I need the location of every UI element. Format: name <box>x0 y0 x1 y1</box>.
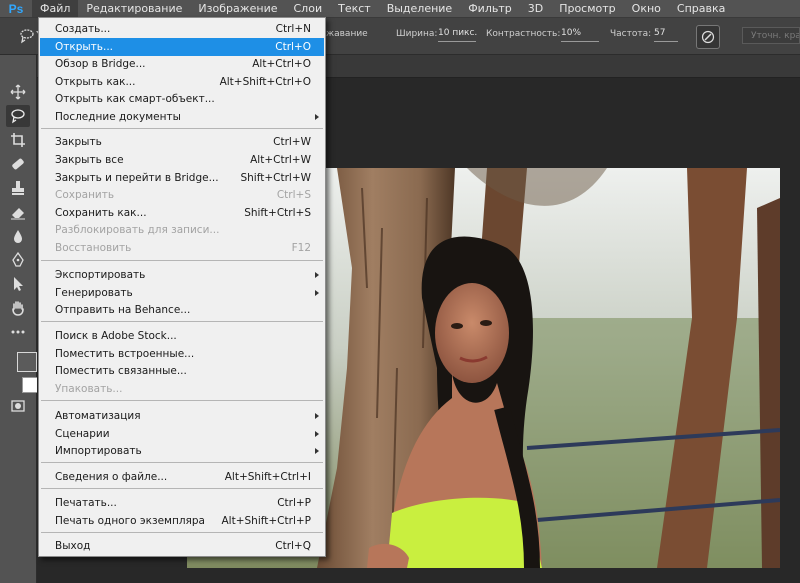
submenu-arrow-icon <box>315 431 319 437</box>
menu-item-package[interactable]: Упаковать... <box>40 380 324 398</box>
menu-item-open-smart-object[interactable]: Открыть как смарт-объект... <box>40 90 324 108</box>
menu-separator <box>41 462 323 463</box>
menu-filter[interactable]: Фильтр <box>460 0 520 17</box>
lasso-icon[interactable] <box>6 105 30 127</box>
menu-item-exit[interactable]: Выход Ctrl+Q <box>40 537 324 555</box>
menu-item-file-info[interactable]: Сведения о файле... Alt+Shift+Ctrl+I <box>40 468 324 486</box>
menu-item-share-behance[interactable]: Отправить на Behance... <box>40 301 324 319</box>
menu-separator <box>41 532 323 533</box>
refine-edge-button[interactable]: Уточн. край... <box>742 27 800 44</box>
tablet-pressure-icon[interactable] <box>696 25 720 49</box>
menu-item-generate[interactable]: Генерировать <box>40 284 324 302</box>
eraser-icon[interactable] <box>6 201 30 223</box>
menu-separator <box>41 260 323 261</box>
menu-item-save-as[interactable]: Сохранить как... Shift+Ctrl+S <box>40 204 324 222</box>
menu-help[interactable]: Справка <box>669 0 733 17</box>
menu-select[interactable]: Выделение <box>379 0 461 17</box>
anti-alias-label[interactable]: жавание <box>326 29 368 39</box>
menu-item-open[interactable]: Открыть... Ctrl+O <box>40 38 324 56</box>
menu-separator <box>41 321 323 322</box>
menu-layers[interactable]: Слои <box>286 0 331 17</box>
stamp-icon[interactable] <box>6 177 30 199</box>
submenu-arrow-icon <box>315 290 319 296</box>
menu-item-save[interactable]: Сохранить Ctrl+S <box>40 186 324 204</box>
blur-icon[interactable] <box>6 225 30 247</box>
background-color-swatch[interactable] <box>22 377 38 393</box>
submenu-arrow-icon <box>315 413 319 419</box>
menu-item-automate[interactable]: Автоматизация <box>40 407 324 425</box>
frequency-label: Частота: <box>610 29 652 39</box>
hand-icon[interactable] <box>6 297 30 319</box>
menu-item-import[interactable]: Импортировать <box>40 442 324 460</box>
menu-item-search-adobe-stock[interactable]: Поиск в Adobe Stock... <box>40 327 324 345</box>
menu-separator <box>41 400 323 401</box>
menu-edit[interactable]: Редактирование <box>78 0 190 17</box>
healing-brush-icon[interactable] <box>6 153 30 175</box>
magnetic-lasso-icon[interactable] <box>18 27 36 45</box>
menu-file[interactable]: Файл <box>32 0 79 17</box>
crop-icon[interactable] <box>6 129 30 151</box>
quick-mask-icon[interactable] <box>6 395 30 417</box>
menu-item-new[interactable]: Создать... Ctrl+N <box>40 20 324 38</box>
width-input[interactable]: 10 пикс. <box>438 28 477 42</box>
file-menu: Создать... Ctrl+N Открыть... Ctrl+O Обзор … <box>38 17 326 557</box>
tools-panel <box>0 55 38 583</box>
photoshop-logo[interactable]: Ps <box>0 0 32 17</box>
menu-type[interactable]: Текст <box>330 0 379 17</box>
menu-separator <box>41 128 323 129</box>
menu-item-scripts[interactable]: Сценарии <box>40 425 324 443</box>
menu-bar: Ps Файл Редактирование Изображение Слои … <box>0 0 800 18</box>
menu-item-close-all[interactable]: Закрыть все Alt+Ctrl+W <box>40 151 324 169</box>
menu-3d[interactable]: 3D <box>520 0 551 17</box>
menu-item-export[interactable]: Экспортировать <box>40 266 324 284</box>
width-label: Ширина: <box>396 29 438 39</box>
menu-window[interactable]: Окно <box>624 0 669 17</box>
submenu-arrow-icon <box>315 114 319 120</box>
menu-separator <box>41 488 323 489</box>
submenu-arrow-icon <box>315 272 319 278</box>
contrast-input[interactable]: 10% <box>561 28 599 42</box>
menu-item-print-one-copy[interactable]: Печать одного экземпляра Alt+Shift+Ctrl+P <box>40 512 324 530</box>
menu-image[interactable]: Изображение <box>190 0 285 17</box>
menu-item-print[interactable]: Печатать... Ctrl+P <box>40 494 324 512</box>
move-icon[interactable] <box>6 81 30 103</box>
more-tools-icon[interactable] <box>6 321 30 343</box>
menu-item-place-linked[interactable]: Поместить связанные... <box>40 362 324 380</box>
menu-view[interactable]: Просмотр <box>551 0 623 17</box>
menu-item-place-embedded[interactable]: Поместить встроенные... <box>40 345 324 363</box>
menu-item-browse-bridge[interactable]: Обзор в Bridge... Alt+Ctrl+O <box>40 55 324 73</box>
menu-item-open-as[interactable]: Открыть как... Alt+Shift+Ctrl+O <box>40 73 324 91</box>
frequency-input[interactable]: 57 <box>654 28 678 42</box>
menu-item-recent[interactable]: Последние документы <box>40 108 324 126</box>
pen-icon[interactable] <box>6 249 30 271</box>
menu-item-close[interactable]: Закрыть Ctrl+W <box>40 133 324 151</box>
submenu-arrow-icon <box>315 448 319 454</box>
menu-item-revert[interactable]: Восстановить F12 <box>40 239 324 257</box>
foreground-color-swatch[interactable] <box>17 352 37 372</box>
contrast-label: Контрастность: <box>486 29 561 39</box>
menu-item-unlock[interactable]: Разблокировать для записи... <box>40 221 324 239</box>
path-selection-icon[interactable] <box>6 273 30 295</box>
menu-item-close-go-bridge[interactable]: Закрыть и перейти в Bridge... Shift+Ctrl+… <box>40 169 324 187</box>
